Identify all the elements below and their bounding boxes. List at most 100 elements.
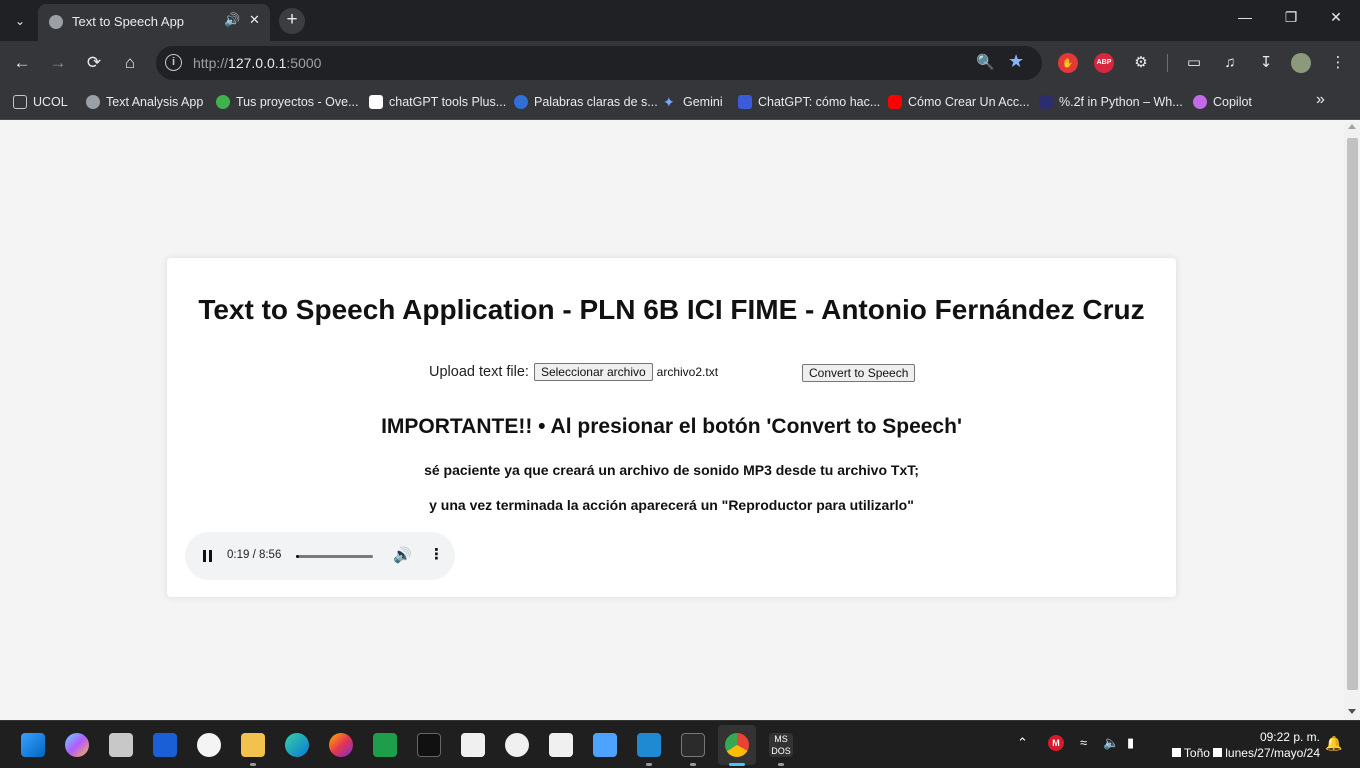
upload-label: Upload text file:: [429, 364, 529, 380]
stop-extension-icon[interactable]: ✋: [1058, 53, 1078, 73]
stock-widget-icon[interactable]: [153, 733, 177, 757]
tab-search-chevron-icon[interactable]: ⌄: [8, 9, 32, 33]
bookmark-item[interactable]: ChatGPT: cómo hac...: [738, 93, 880, 111]
site-info-icon[interactable]: i: [165, 54, 182, 71]
battery-icon[interactable]: ▮: [1127, 735, 1134, 751]
scroll-down-arrow-icon[interactable]: [1348, 709, 1356, 714]
msdos-icon[interactable]: MS DOS: [769, 733, 793, 757]
youtube-icon: [888, 95, 902, 109]
clock-user: Toño: [1183, 746, 1210, 760]
extensions-puzzle-icon[interactable]: ⚙: [1130, 52, 1152, 74]
page-title: Text to Speech Application - PLN 6B ICI …: [198, 294, 1145, 325]
player-options-icon[interactable]: ⋮: [429, 545, 444, 563]
chatgpt-tools-icon: [369, 95, 383, 109]
adblock-plus-icon[interactable]: ABP: [1094, 53, 1114, 73]
back-button[interactable]: ←: [10, 51, 34, 75]
toolbar-separator: [1167, 54, 1168, 72]
page-scrollbar[interactable]: [1344, 121, 1360, 720]
url-text[interactable]: http://127.0.0.1:5000: [193, 55, 321, 71]
notepad-icon[interactable]: [593, 733, 617, 757]
bookmark-item[interactable]: Copilot: [1193, 93, 1252, 111]
instruction-line-1: sé paciente ya que creará un archivo de …: [424, 462, 919, 478]
cast-icon[interactable]: ▭: [1183, 52, 1205, 74]
bookmark-item[interactable]: Text Analysis App: [86, 93, 203, 111]
menu-kebab-icon[interactable]: ⋮: [1327, 52, 1349, 74]
notification-bell-icon[interactable]: 🔔: [1325, 735, 1342, 752]
mcafee-tray-icon[interactable]: M: [1048, 735, 1064, 751]
forward-button[interactable]: →: [46, 51, 70, 75]
tray-overflow-chevron-icon[interactable]: ⌃: [1017, 735, 1028, 751]
wifi-icon[interactable]: ≈: [1080, 735, 1087, 750]
mongodb-compass-icon[interactable]: [197, 733, 221, 757]
tab-strip: ⌄ Text to Speech App 🔊 ✕ + — ❐ ✕: [0, 0, 1360, 41]
selected-file-name: archivo2.txt: [656, 365, 719, 379]
bookmark-item[interactable]: chatGPT tools Plus...: [369, 93, 506, 111]
close-tab-icon[interactable]: ✕: [249, 12, 260, 28]
upload-row: Upload text file: Seleccionar archivo ar…: [429, 363, 718, 381]
more-bookmarks-chevron-icon[interactable]: »: [1316, 91, 1325, 109]
running-indicator: [250, 763, 256, 766]
running-indicator: [690, 763, 696, 766]
globe-icon: [86, 95, 100, 109]
home-button[interactable]: ⌂: [118, 51, 142, 75]
scrollbar-thumb[interactable]: [1347, 138, 1358, 690]
bookmark-star-icon[interactable]: ★: [1008, 51, 1024, 72]
restore-button[interactable]: ❐: [1279, 9, 1303, 26]
bookmark-item[interactable]: %.2f in Python – Wh...: [1039, 93, 1183, 111]
instruction-line-2: y una vez terminada la acción aparecerá …: [429, 497, 914, 513]
app-card: Text to Speech Application - PLN 6B ICI …: [167, 258, 1176, 597]
git-app-2-icon[interactable]: [549, 733, 573, 757]
important-heading: IMPORTANTE!! • Al presionar el botón 'Co…: [381, 415, 962, 438]
seek-slider[interactable]: [296, 555, 373, 558]
profile-avatar[interactable]: [1291, 53, 1311, 73]
bookmark-item[interactable]: Cómo Crear Un Acc...: [888, 93, 1030, 111]
terminal-app-icon[interactable]: [417, 733, 441, 757]
tab-title: Text to Speech App: [72, 14, 185, 29]
task-view-icon[interactable]: [109, 733, 133, 757]
palabras-claras-icon: [514, 95, 528, 109]
volume-tray-icon[interactable]: 🔈: [1103, 735, 1119, 751]
globe-icon: [49, 15, 63, 29]
git-app-icon[interactable]: [461, 733, 485, 757]
choose-file-button[interactable]: Seleccionar archivo: [533, 363, 653, 381]
zoom-icon[interactable]: 🔍: [976, 53, 995, 71]
start-windows-icon[interactable]: [21, 733, 45, 757]
firefox-icon[interactable]: [329, 733, 353, 757]
playback-time: 0:19 / 8:56: [227, 549, 282, 561]
overleaf-icon: [216, 95, 230, 109]
google-classroom-icon[interactable]: [373, 733, 397, 757]
bookmark-item[interactable]: ✦ Gemini: [663, 93, 723, 111]
convert-to-speech-button[interactable]: Convert to Speech: [802, 364, 916, 382]
media-control-icon[interactable]: ♫: [1219, 52, 1241, 74]
address-bar[interactable]: i http://127.0.0.1:5000 🔍 ★: [156, 46, 1042, 80]
bookmark-item[interactable]: Tus proyectos - Ove...: [216, 93, 359, 111]
browser-toolbar: ← → ⟳ ⌂ i http://127.0.0.1:5000 🔍 ★ ✋ AB…: [0, 41, 1360, 84]
tab-text-to-speech[interactable]: Text to Speech App 🔊 ✕: [38, 4, 270, 41]
copilot-icon: [1193, 95, 1207, 109]
clock-time: 09:22 p. m.: [1259, 730, 1320, 744]
folder-icon: [13, 95, 27, 109]
new-tab-button[interactable]: +: [279, 8, 305, 34]
running-indicator: [646, 763, 652, 766]
copilot-preview-icon[interactable]: [65, 733, 89, 757]
clock-date: lunes/27/mayo/24: [1225, 746, 1320, 760]
vscode-icon[interactable]: [637, 733, 661, 757]
edge-icon[interactable]: [285, 733, 309, 757]
scroll-up-arrow-icon[interactable]: [1348, 124, 1356, 129]
windows-taskbar: MS DOS ⌃ M ≈ 🔈 ▮ 09:22 p. m. Toño lunes/2…: [0, 720, 1360, 768]
pause-icon[interactable]: [203, 550, 215, 562]
bookmark-item[interactable]: UCOL: [13, 93, 68, 111]
minimize-button[interactable]: —: [1233, 9, 1257, 25]
speaker-icon[interactable]: 🔊: [224, 12, 240, 28]
file-explorer-icon[interactable]: [241, 733, 265, 757]
reload-button[interactable]: ⟳: [82, 51, 106, 75]
close-window-button[interactable]: ✕: [1324, 9, 1348, 26]
bookmark-item[interactable]: Palabras claras de s...: [514, 93, 658, 111]
volume-icon[interactable]: 🔊: [393, 546, 412, 564]
chrome-icon[interactable]: [725, 733, 749, 757]
download-icon[interactable]: ↧: [1255, 52, 1277, 74]
windows-terminal-icon[interactable]: [681, 733, 705, 757]
running-indicator: [778, 763, 784, 766]
github-icon[interactable]: [505, 733, 529, 757]
system-clock[interactable]: 09:22 p. m. Toño lunes/27/mayo/24: [1160, 729, 1320, 761]
